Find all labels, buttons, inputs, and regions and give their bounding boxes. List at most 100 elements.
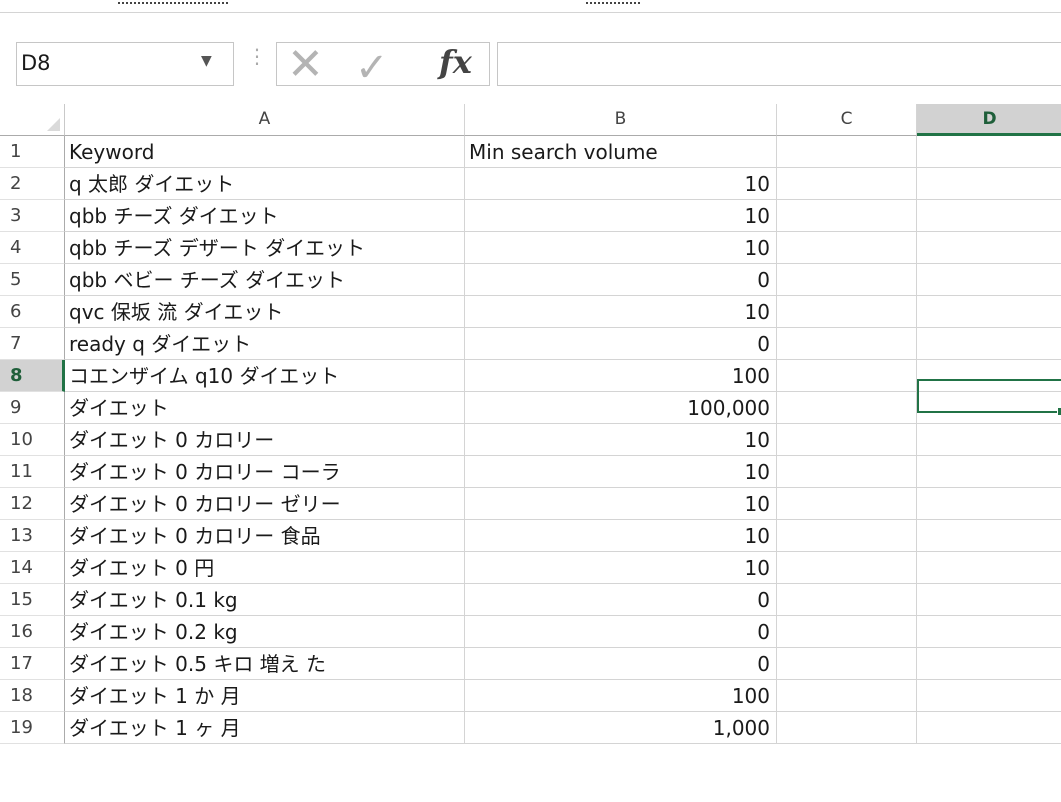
cell-d3[interactable] [917,200,1061,232]
row-header[interactable]: 2 [0,168,65,200]
cell-c2[interactable] [777,168,917,200]
cell-a7[interactable]: ready q ダイエット [65,328,465,360]
cell-c17[interactable] [777,648,917,680]
cell-d8[interactable] [917,360,1061,392]
row-header[interactable]: 19 [0,712,65,744]
cell-a10[interactable]: ダイエット 0 カロリー [65,424,465,456]
cell-c11[interactable] [777,456,917,488]
cell-c12[interactable] [777,488,917,520]
cell-a12[interactable]: ダイエット 0 カロリー ゼリー [65,488,465,520]
check-icon[interactable]: ✓ [355,45,389,91]
row-header[interactable]: 8 [0,360,65,392]
column-header-c[interactable]: C [777,104,917,136]
cell-d10[interactable] [917,424,1061,456]
cell-a18[interactable]: ダイエット 1 か 月 [65,680,465,712]
row-header[interactable]: 1 [0,136,65,168]
cell-c6[interactable] [777,296,917,328]
cell-a14[interactable]: ダイエット 0 円 [65,552,465,584]
column-header-a[interactable]: A [65,104,465,136]
cell-c9[interactable] [777,392,917,424]
row-header[interactable]: 13 [0,520,65,552]
cell-a17[interactable]: ダイエット 0.5 キロ 増え た [65,648,465,680]
cell-d13[interactable] [917,520,1061,552]
cell-c18[interactable] [777,680,917,712]
cell-d19[interactable] [917,712,1061,744]
cell-d14[interactable] [917,552,1061,584]
row-header[interactable]: 11 [0,456,65,488]
cell-b19[interactable]: 1,000 [465,712,777,744]
cell-d1[interactable] [917,136,1061,168]
cell-a13[interactable]: ダイエット 0 カロリー 食品 [65,520,465,552]
cell-c13[interactable] [777,520,917,552]
cell-d4[interactable] [917,232,1061,264]
chevron-down-icon[interactable]: ▼ [201,53,212,69]
row-header[interactable]: 7 [0,328,65,360]
cell-a8[interactable]: コエンザイム q10 ダイエット [65,360,465,392]
cell-b18[interactable]: 100 [465,680,777,712]
cell-b9[interactable]: 100,000 [465,392,777,424]
cell-b11[interactable]: 10 [465,456,777,488]
cell-d15[interactable] [917,584,1061,616]
cell-c3[interactable] [777,200,917,232]
cell-b14[interactable]: 10 [465,552,777,584]
row-header[interactable]: 14 [0,552,65,584]
cell-d9[interactable] [917,392,1061,424]
cell-b6[interactable]: 10 [465,296,777,328]
cell-a4[interactable]: qbb チーズ デザート ダイエット [65,232,465,264]
cell-b15[interactable]: 0 [465,584,777,616]
cell-a11[interactable]: ダイエット 0 カロリー コーラ [65,456,465,488]
row-header[interactable]: 4 [0,232,65,264]
cell-a16[interactable]: ダイエット 0.2 kg [65,616,465,648]
cell-b10[interactable]: 10 [465,424,777,456]
cell-d5[interactable] [917,264,1061,296]
cell-d18[interactable] [917,680,1061,712]
cell-d17[interactable] [917,648,1061,680]
formula-input[interactable] [497,42,1061,86]
column-header-d[interactable]: D [917,104,1061,136]
cell-c5[interactable] [777,264,917,296]
cell-b1[interactable]: Min search volume [465,136,777,168]
cell-b13[interactable]: 10 [465,520,777,552]
column-header-b[interactable]: B [465,104,777,136]
cell-c14[interactable] [777,552,917,584]
cell-c10[interactable] [777,424,917,456]
cell-a1[interactable]: Keyword [65,136,465,168]
row-header[interactable]: 10 [0,424,65,456]
cell-d11[interactable] [917,456,1061,488]
cell-d12[interactable] [917,488,1061,520]
cell-d6[interactable] [917,296,1061,328]
cell-b2[interactable]: 10 [465,168,777,200]
name-box[interactable]: D8 ▼ [16,42,234,86]
row-header[interactable]: 3 [0,200,65,232]
cell-a5[interactable]: qbb ベビー チーズ ダイエット [65,264,465,296]
cell-b17[interactable]: 0 [465,648,777,680]
cell-b12[interactable]: 10 [465,488,777,520]
cell-a6[interactable]: qvc 保坂 流 ダイエット [65,296,465,328]
row-header[interactable]: 9 [0,392,65,424]
cell-a3[interactable]: qbb チーズ ダイエット [65,200,465,232]
insert-function-icon[interactable]: fx [439,43,472,81]
cell-c8[interactable] [777,360,917,392]
cell-c1[interactable] [777,136,917,168]
cell-c7[interactable] [777,328,917,360]
cell-b7[interactable]: 0 [465,328,777,360]
row-header[interactable]: 15 [0,584,65,616]
cell-b5[interactable]: 0 [465,264,777,296]
select-all-button[interactable] [0,104,65,136]
cancel-icon[interactable]: ✕ [287,39,324,90]
cell-c19[interactable] [777,712,917,744]
row-header[interactable]: 5 [0,264,65,296]
row-header[interactable]: 6 [0,296,65,328]
cell-d16[interactable] [917,616,1061,648]
row-header[interactable]: 16 [0,616,65,648]
cell-c16[interactable] [777,616,917,648]
cell-b3[interactable]: 10 [465,200,777,232]
cell-b8[interactable]: 100 [465,360,777,392]
cell-c4[interactable] [777,232,917,264]
cell-d7[interactable] [917,328,1061,360]
row-header[interactable]: 18 [0,680,65,712]
row-header[interactable]: 12 [0,488,65,520]
cell-a9[interactable]: ダイエット [65,392,465,424]
row-header[interactable]: 17 [0,648,65,680]
cell-a19[interactable]: ダイエット 1 ヶ 月 [65,712,465,744]
